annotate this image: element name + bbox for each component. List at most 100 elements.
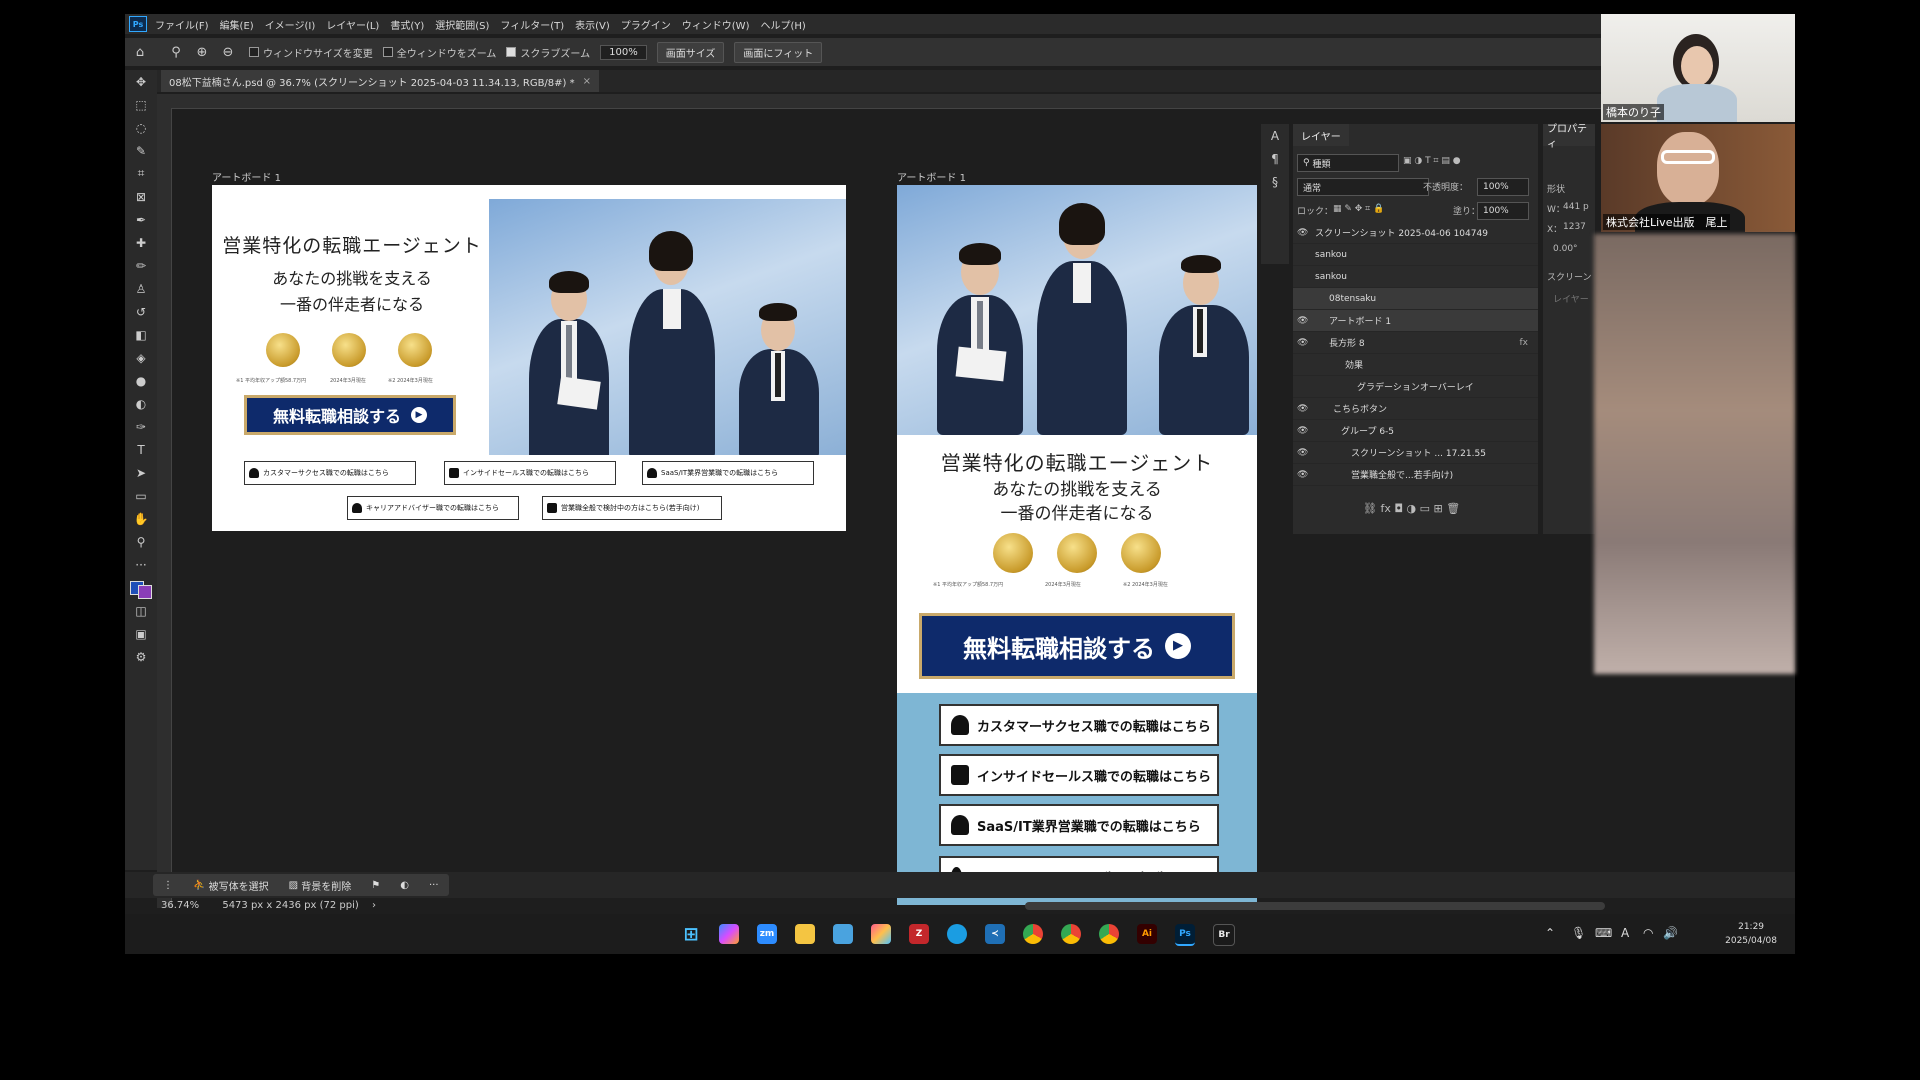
dodge-tool-icon[interactable]: ◐: [125, 392, 157, 415]
history-brush-icon[interactable]: ↺: [125, 300, 157, 323]
illustrator-icon[interactable]: Ai: [1137, 924, 1157, 944]
fill-field[interactable]: 100%: [1477, 202, 1529, 220]
layer-filter-select[interactable]: ⚲ 種類: [1297, 154, 1399, 172]
zoom-status[interactable]: 36.74%: [161, 900, 199, 911]
document-tab[interactable]: 08松下益楠さん.psd @ 36.7% (スクリーンショット 2025-04-…: [161, 70, 600, 92]
link-button-inside-sales[interactable]: インサイドセールス職での転職はこちら: [444, 461, 616, 485]
type-tool-icon[interactable]: T: [125, 438, 157, 461]
menu-plugins[interactable]: プラグイン: [621, 17, 671, 32]
layer-row[interactable]: 👁 営業職全般で...若手向け): [1293, 464, 1538, 486]
layers-footer-icons[interactable]: ⛓ fx ◘ ◑ ▭ ⊞ 🗑: [1363, 502, 1460, 515]
select-subject-button[interactable]: ⛹ 被写体を選択: [183, 878, 279, 893]
layer-row[interactable]: 👁 グループ 6-5: [1293, 420, 1538, 442]
marquee-tool-icon[interactable]: ⬚: [125, 93, 157, 116]
stamp-tool-icon[interactable]: ♙: [125, 277, 157, 300]
eraser-tool-icon[interactable]: ◧: [125, 323, 157, 346]
free-consultation-button[interactable]: 無料転職相談する ▶: [919, 613, 1235, 679]
eye-icon[interactable]: 👁: [1297, 426, 1311, 436]
layer-row[interactable]: sankou: [1293, 266, 1538, 288]
screen-size-button[interactable]: 画面サイズ: [656, 41, 725, 63]
link-button-inside-sales[interactable]: インサイドセールス職での転職はこちら: [939, 754, 1219, 796]
vscode-icon[interactable]: ≺: [985, 924, 1005, 944]
healing-tool-icon[interactable]: ✚: [125, 231, 157, 254]
edit-toolbar-icon[interactable]: ⚙: [125, 645, 157, 668]
blend-mode-select[interactable]: 通常: [1297, 178, 1429, 196]
zoom-all-checkbox[interactable]: 全ウィンドウをズーム: [382, 45, 496, 60]
eye-icon[interactable]: 👁: [1297, 316, 1311, 326]
chrome-icon[interactable]: [1099, 924, 1119, 944]
photoshop-icon[interactable]: Ps: [1175, 924, 1195, 946]
menu-view[interactable]: 表示(V): [575, 17, 610, 32]
keyboard-icon[interactable]: ⌨: [1595, 926, 1612, 940]
screen-mode-icon[interactable]: ▣: [125, 622, 157, 645]
menu-type[interactable]: 書式(Y): [390, 17, 424, 32]
resize-window-checkbox[interactable]: ウィンドウサイズを変更: [249, 45, 373, 60]
menu-layer[interactable]: レイヤー(L): [326, 17, 379, 32]
eye-icon[interactable]: 👁: [1297, 470, 1311, 480]
menu-edit[interactable]: 編集(E): [220, 17, 254, 32]
eye-icon[interactable]: 👁: [1297, 448, 1311, 458]
speaker-icon[interactable]: 🔊: [1663, 926, 1678, 940]
layers-tab[interactable]: レイヤー: [1293, 124, 1349, 146]
pen-tool-icon[interactable]: ✑: [125, 415, 157, 438]
fx-icon[interactable]: fx: [1520, 338, 1529, 348]
artboard-2-label[interactable]: アートボード 1: [897, 169, 966, 184]
properties-tab[interactable]: プロパティ: [1543, 124, 1595, 150]
link-button-customer-success[interactable]: カスタマーサクセス職での転職はこちら: [244, 461, 416, 485]
brush-tool-icon[interactable]: ✏: [125, 254, 157, 277]
layer-row[interactable]: sankou: [1293, 244, 1538, 266]
layer-row[interactable]: 08tensaku: [1293, 288, 1538, 310]
quick-select-tool-icon[interactable]: ✎: [125, 139, 157, 162]
menu-window[interactable]: ウィンドウ(W): [682, 17, 750, 32]
glyphs-panel-icon[interactable]: §: [1261, 170, 1289, 193]
opacity-field[interactable]: 100%: [1477, 178, 1529, 196]
home-icon[interactable]: ⌂: [129, 43, 151, 61]
zoom-icon[interactable]: zm: [757, 924, 777, 944]
video-tile-participant-2[interactable]: 株式会社Live出版 尾上: [1601, 124, 1795, 232]
copilot-icon[interactable]: [719, 924, 739, 944]
horizontal-scrollbar[interactable]: [1025, 902, 1605, 910]
frame-tool-icon[interactable]: ⊠: [125, 185, 157, 208]
more-options-button[interactable]: ···: [419, 880, 449, 891]
zoom-out-icon[interactable]: ⊖: [217, 43, 239, 61]
wifi-icon[interactable]: ◠: [1643, 926, 1653, 940]
artboard-vertical[interactable]: 営業特化の転職エージェント あなたの挑戦を支える 一番の伴走者になる ※1 平均…: [897, 185, 1257, 905]
menu-image[interactable]: イメージ(I): [265, 17, 316, 32]
eye-icon[interactable]: 👁: [1297, 404, 1311, 414]
paragraph-panel-icon[interactable]: ¶: [1261, 147, 1289, 170]
layer-row[interactable]: 👁 スクリーンショット ... 17.21.55: [1293, 442, 1538, 464]
video-tile-blurred[interactable]: [1594, 234, 1795, 674]
menu-filter[interactable]: フィルター(T): [500, 17, 564, 32]
video-tile-participant-1[interactable]: 橋本のり子: [1601, 14, 1795, 122]
chrome-icon[interactable]: [1061, 924, 1081, 944]
scrubby-zoom-checkbox[interactable]: スクラブズーム: [506, 45, 590, 60]
photos-icon[interactable]: [871, 924, 891, 944]
windows-start-icon[interactable]: ⊞: [681, 924, 701, 945]
edge-icon[interactable]: [947, 924, 967, 944]
flag-icon[interactable]: ⚑: [361, 880, 390, 891]
grip-icon[interactable]: ⋮: [153, 880, 183, 891]
chevron-right-icon[interactable]: ›: [372, 900, 376, 911]
layer-filter-icons[interactable]: ▣ ◑ T ⌗ ▤ ●: [1403, 156, 1461, 166]
adjust-icon[interactable]: ◐: [390, 880, 419, 891]
link-button-saas-sales[interactable]: SaaS/IT業界営業職での転職はこちら: [642, 461, 814, 485]
artboard-1-label[interactable]: アートボード 1: [212, 169, 281, 184]
clock[interactable]: 21:29 2025/04/08: [1725, 920, 1777, 948]
remove-background-button[interactable]: ▨ 背景を削除: [279, 878, 362, 893]
free-consultation-button[interactable]: 無料転職相談する ▶: [244, 395, 456, 435]
width-value[interactable]: 441 p: [1563, 202, 1589, 212]
shape-tool-icon[interactable]: ▭: [125, 484, 157, 507]
character-panel-icon[interactable]: A: [1261, 124, 1289, 147]
crop-tool-icon[interactable]: ⌗: [125, 162, 157, 185]
eyedropper-tool-icon[interactable]: ✒: [125, 208, 157, 231]
menu-help[interactable]: ヘルプ(H): [760, 17, 805, 32]
link-button-saas-sales[interactable]: SaaS/IT業界営業職での転職はこちら: [939, 804, 1219, 846]
close-icon[interactable]: ×: [583, 76, 591, 87]
notepad-icon[interactable]: [833, 924, 853, 944]
more-tools-icon[interactable]: ···: [125, 553, 157, 576]
path-select-icon[interactable]: ➤: [125, 461, 157, 484]
lock-icons[interactable]: ▦ ✎ ✥ ⌗ 🔒: [1333, 204, 1384, 214]
color-swatch-icon[interactable]: [125, 576, 157, 599]
zoom-in-icon[interactable]: ⊕: [191, 43, 213, 61]
layer-row[interactable]: 👁 こちらボタン: [1293, 398, 1538, 420]
